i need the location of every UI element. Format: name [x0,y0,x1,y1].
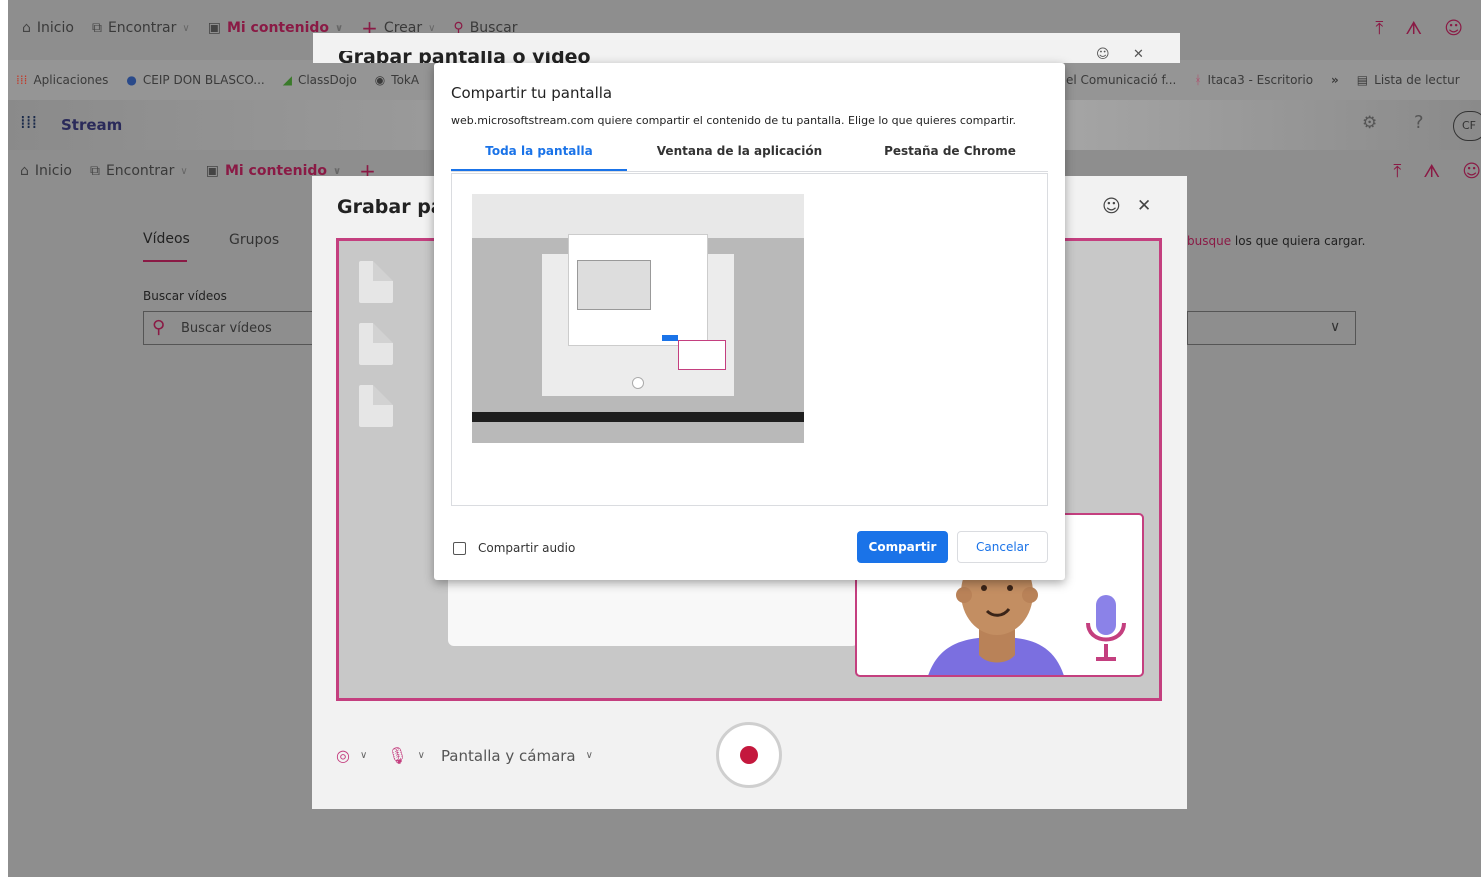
share-screen-dialog: Compartir tu pantalla web.microsoftstrea… [434,63,1065,580]
tab-app-window[interactable]: Ventana de la aplicación [647,144,832,172]
help-icon[interactable]: ? [1414,112,1424,133]
share-audio-checkbox[interactable] [453,541,466,555]
document-icon [359,323,393,365]
grabar-dialog-top-title: Grabar pantalla o vídeo [338,51,591,63]
person-add-icon[interactable]: ᗑ [1405,18,1422,39]
avatar[interactable]: CF [1453,111,1481,141]
video-icon: ▣ [205,163,219,179]
thumbnail-camera [678,340,726,370]
thumbnail-browser-chrome [472,194,804,238]
grabar-dialog-top: Grabar pantalla o vídeo ☺ ✕ [313,33,1180,63]
settings-gear-icon[interactable]: ⚙ [1362,113,1377,133]
person-add-icon[interactable]: ᗑ [1423,161,1440,182]
left-window-edge [0,0,8,877]
tab-grupos[interactable]: Grupos [229,232,279,248]
upload-icon[interactable]: ⤒ [1393,161,1401,182]
tab-chrome-tab[interactable]: Pestaña de Chrome [852,144,1048,172]
tab-videos-underline [143,260,187,262]
microphone-icon[interactable]: 🎙︎ [387,746,407,765]
chevron-down-icon[interactable]: ∨ [418,750,425,761]
smile-icon[interactable]: ☺ [1444,18,1463,39]
share-dialog-description: web.microsoftstream.com quiere compartir… [451,114,1017,127]
tabs-divider [451,171,1048,172]
tab-videos[interactable]: Vídeos [143,231,190,247]
thumbnail-record [632,377,644,389]
nav-home[interactable]: ⌂ Inicio [22,20,74,36]
filter-dropdown[interactable]: ∨ [1187,311,1356,345]
bookmark-comunicacio[interactable]: el Comunicació f... [1066,73,1176,87]
record-options-bar: ◎ ∨ 🎙︎ ∨ Pantalla y cámara ∨ [336,746,593,765]
upload-hint: busque los que quiera cargar. [1187,234,1366,248]
share-button[interactable]: Compartir [857,531,948,563]
top-right-icons: ⤒ ᗑ ☺ [1375,18,1463,39]
bookmark-apps[interactable]: ⁞⁞⁞ Aplicaciones [16,73,108,87]
close-icon[interactable]: ✕ [1137,196,1151,216]
bookmarks-overflow[interactable]: » [1331,73,1339,87]
share-audio-option[interactable]: Compartir audio [453,541,575,555]
nav-find[interactable]: ⧉ Encontrar ∨ [92,20,190,36]
upload-icon[interactable]: ⤒ [1375,18,1383,39]
classdojo-icon: ◢ [282,73,292,87]
screen-thumbnail[interactable] [472,194,804,443]
cancel-button[interactable]: Cancelar [957,531,1048,563]
nav-find-2[interactable]: ⧉ Encontrar ∨ [90,163,188,179]
chevron-down-icon[interactable]: ∨ [586,750,593,761]
document-icon [359,385,393,427]
search-input[interactable]: ⚲ Buscar vídeos [143,311,323,345]
document-icon [359,261,393,303]
close-icon[interactable]: ✕ [1133,47,1144,62]
home-icon: ⌂ [20,163,29,179]
search-icon: ⚲ [152,317,166,338]
home-icon: ⌂ [22,20,31,36]
bookmark-ceip[interactable]: ● CEIP DON BLASCO... [126,73,264,87]
thumbnail-share-button [662,335,678,341]
screen-picker-panel [451,173,1048,506]
smile-icon[interactable]: ☺ [1096,47,1110,62]
reading-list[interactable]: ▤ Lista de lectur [1357,73,1460,87]
chevron-down-icon: ∨ [333,165,342,177]
capture-mode-select[interactable]: Pantalla y cámara [441,747,576,765]
globe-icon: ● [126,73,137,87]
bookmark-classdojo[interactable]: ◢ ClassDojo [283,73,357,87]
thumbnail-preview [577,260,651,310]
chevron-down-icon[interactable]: ∨ [360,750,367,761]
record-button[interactable] [716,722,782,788]
chevron-down-icon: ∨ [182,22,190,34]
find-icon: ⧉ [91,20,102,36]
bookmarks-bar-right: el Comunicació f... ᚼ Itaca3 - Escritorio… [1066,60,1478,100]
tab-entire-screen[interactable]: Toda la pantalla [451,144,627,172]
bookmark-itaca[interactable]: ᚼ Itaca3 - Escritorio [1194,73,1313,87]
feedback-smile-icon[interactable]: ☺ [1102,196,1121,217]
record-dot-icon [740,746,758,764]
itaca-icon: ᚼ [1194,73,1202,87]
app-launcher-icon[interactable]: ⁞⁞⁞ [20,112,37,133]
chrome-icon: ◉ [374,73,386,87]
find-icon: ⧉ [89,163,100,179]
microphone-icon [1086,595,1126,661]
list-icon: ▤ [1356,73,1369,87]
stream-brand[interactable]: Stream [61,116,122,134]
nav-home-2[interactable]: ⌂ Inicio [20,163,72,179]
video-icon: ▣ [207,20,221,36]
bookmark-tok[interactable]: ◉ TokA [375,73,419,87]
thumbnail-taskbar [472,412,804,422]
chevron-down-icon: ∨ [335,22,344,34]
search-label: Buscar vídeos [143,289,227,303]
chevron-down-icon: ∨ [1330,319,1341,335]
smile-icon[interactable]: ☺ [1462,161,1481,182]
chevron-down-icon: ∨ [180,165,188,177]
second-right-icons: ⤒ ᗑ ☺ [1393,161,1481,182]
share-dialog-title: Compartir tu pantalla [451,84,613,102]
chevron-down-icon: ∨ [428,22,436,34]
webcam-icon[interactable]: ◎ [336,746,350,765]
apps-grid-icon: ⁞⁞⁞ [16,73,28,87]
